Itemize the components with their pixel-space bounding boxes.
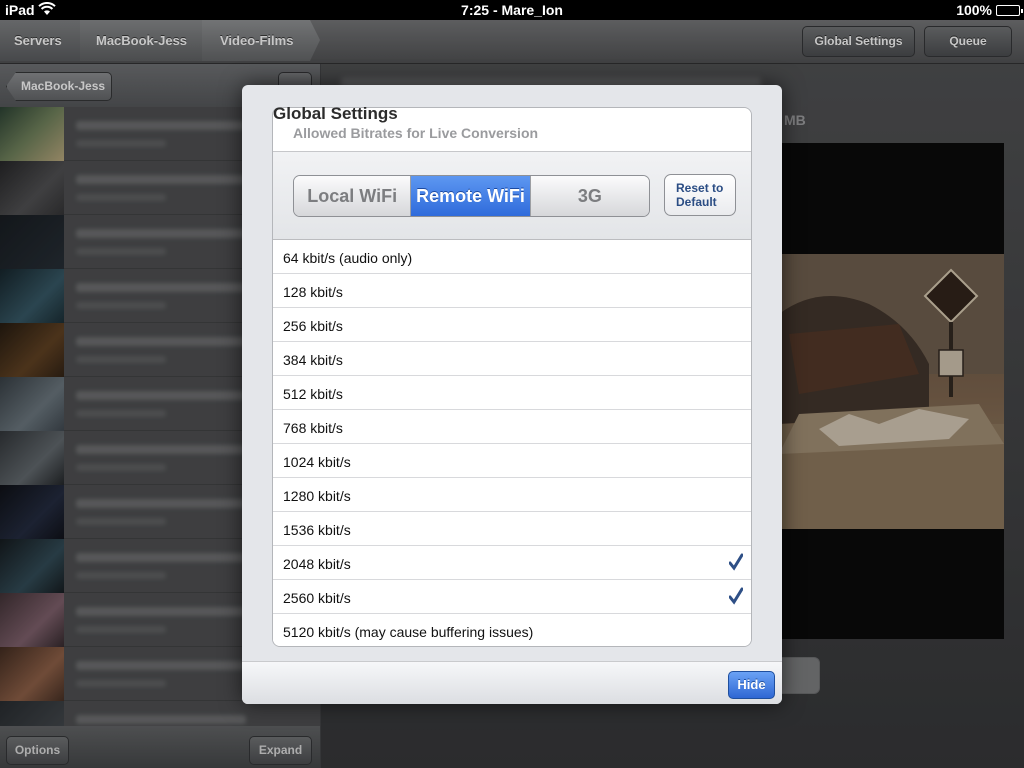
- bitrate-row[interactable]: 1024 kbit/s: [273, 444, 751, 478]
- battery-icon: [996, 5, 1023, 16]
- checkmark-icon: [729, 587, 743, 605]
- hide-button[interactable]: Hide: [728, 671, 775, 699]
- bitrate-label: 384 kbit/s: [283, 352, 343, 368]
- bitrate-row[interactable]: 768 kbit/s: [273, 410, 751, 444]
- status-bar: iPad 7:25 - Mare_Ion 100%: [0, 0, 1024, 20]
- bitrate-row[interactable]: 2048 kbit/s: [273, 546, 751, 580]
- segment-remote-wifi[interactable]: Remote WiFi: [411, 176, 531, 216]
- bitrate-label: 1536 kbit/s: [283, 522, 351, 538]
- bitrate-label: 5120 kbit/s (may cause buffering issues): [283, 624, 534, 640]
- segment-local-wifi[interactable]: Local WiFi: [294, 176, 412, 216]
- bitrate-row[interactable]: 2560 kbit/s: [273, 580, 751, 614]
- bitrate-settings-card: Allowed Bitrates for Live Conversion Loc…: [272, 107, 752, 647]
- bitrate-row[interactable]: 128 kbit/s: [273, 274, 751, 308]
- bitrate-label: 512 kbit/s: [283, 386, 343, 402]
- global-settings-dialog: Allowed Bitrates for Live Conversion Loc…: [242, 85, 782, 704]
- segment-3g[interactable]: 3G: [530, 176, 649, 216]
- bitrate-label: 2048 kbit/s: [283, 556, 351, 572]
- bitrate-list: 64 kbit/s (audio only) 128 kbit/s 256 kbit…: [273, 240, 751, 646]
- bitrate-label: 768 kbit/s: [283, 420, 343, 436]
- checkmark-icon: [729, 553, 743, 571]
- bitrate-row[interactable]: 1280 kbit/s: [273, 478, 751, 512]
- bitrate-label: 64 kbit/s (audio only): [283, 250, 413, 266]
- bitrate-label: 256 kbit/s: [283, 318, 343, 334]
- dialog-title: Global Settings: [273, 104, 398, 123]
- bitrate-label: 128 kbit/s: [283, 284, 343, 300]
- bitrate-label: 2560 kbit/s: [283, 590, 351, 606]
- network-segmented-control: Local WiFi Remote WiFi 3G: [293, 175, 650, 217]
- reset-to-default-button[interactable]: Reset to Default: [664, 174, 736, 216]
- battery-percent: 100%: [956, 2, 992, 18]
- section-label: Allowed Bitrates for Live Conversion: [293, 125, 539, 141]
- network-selector-area: Local WiFi Remote WiFi 3G Reset to Defau…: [273, 152, 751, 240]
- bitrate-label: 1024 kbit/s: [283, 454, 351, 470]
- bitrate-row[interactable]: 5120 kbit/s (may cause buffering issues): [273, 614, 751, 646]
- bitrate-row[interactable]: 256 kbit/s: [273, 308, 751, 342]
- bitrate-row[interactable]: 384 kbit/s: [273, 342, 751, 376]
- status-clock: 7:25 - Mare_Ion: [461, 2, 563, 18]
- dialog-footer: Hide: [242, 661, 782, 704]
- bitrate-row[interactable]: 512 kbit/s: [273, 376, 751, 410]
- bitrate-label: 1280 kbit/s: [283, 488, 351, 504]
- bitrate-row[interactable]: 64 kbit/s (audio only): [273, 240, 751, 274]
- bitrate-row[interactable]: 1536 kbit/s: [273, 512, 751, 546]
